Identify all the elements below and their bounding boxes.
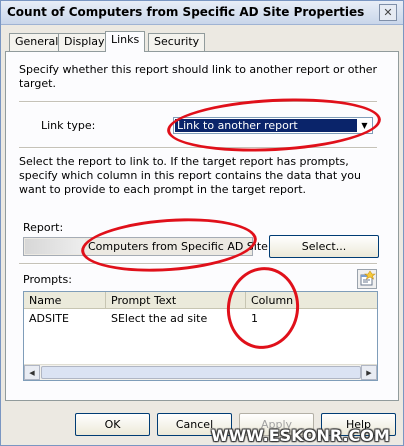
divider bbox=[19, 263, 377, 265]
properties-dialog: Count of Computers from Specific AD Site… bbox=[0, 0, 404, 446]
tab-display[interactable]: Display bbox=[58, 33, 111, 51]
report-field: Computers from Specific AD Site bbox=[23, 237, 268, 256]
ok-button[interactable]: OK bbox=[75, 413, 150, 436]
select-report-button[interactable]: Select... bbox=[269, 235, 379, 258]
tab-strip: General Display Links Security bbox=[9, 31, 399, 52]
report-path-redacted bbox=[25, 239, 85, 254]
report-label: Report: bbox=[23, 221, 64, 234]
grid-header: Name Prompt Text Column bbox=[24, 292, 377, 309]
tab-security[interactable]: Security bbox=[148, 33, 206, 51]
scroll-thumb[interactable] bbox=[41, 366, 361, 379]
link-type-dropdown[interactable]: Link to another report ▼ bbox=[173, 117, 373, 134]
report-link-description: Select the report to link to. If the tar… bbox=[19, 155, 361, 196]
divider bbox=[19, 147, 377, 149]
cell-prompt-text: SElect the ad site bbox=[111, 312, 208, 325]
scroll-right-icon[interactable]: ▶ bbox=[361, 365, 377, 380]
window-title: Count of Computers from Specific AD Site… bbox=[7, 5, 365, 19]
prompts-grid[interactable]: Name Prompt Text Column ADSITE SElect th… bbox=[23, 291, 378, 381]
scroll-left-icon[interactable]: ◀ bbox=[24, 365, 40, 380]
edit-prompts-button[interactable] bbox=[357, 269, 377, 289]
link-type-value: Link to another report bbox=[175, 119, 358, 132]
chevron-down-icon[interactable]: ▼ bbox=[357, 118, 372, 133]
link-type-label: Link type: bbox=[41, 119, 96, 132]
close-button[interactable]: ✕ bbox=[379, 4, 397, 21]
divider bbox=[19, 101, 377, 103]
report-name: Computers from Specific AD Site bbox=[88, 240, 268, 253]
title-bar[interactable]: Count of Computers from Specific AD Site… bbox=[1, 1, 403, 25]
cell-column[interactable]: 1 bbox=[246, 310, 377, 328]
watermark: WWW.ESKONR.COM bbox=[211, 426, 390, 445]
cell-name: ADSITE bbox=[29, 312, 69, 325]
prompts-label: Prompts: bbox=[23, 273, 72, 286]
link-intro-text: Specify whether this report should link … bbox=[19, 63, 378, 90]
column-header-column[interactable]: Column bbox=[246, 292, 377, 309]
horizontal-scrollbar[interactable]: ◀ ▶ bbox=[24, 364, 377, 380]
tab-links[interactable]: Links bbox=[105, 31, 146, 52]
tab-general[interactable]: General bbox=[9, 33, 65, 51]
table-row[interactable]: ADSITE SElect the ad site 1 bbox=[24, 310, 377, 328]
close-icon: ✕ bbox=[383, 6, 393, 19]
column-header-prompt-text[interactable]: Prompt Text bbox=[106, 292, 246, 309]
properties-icon bbox=[360, 270, 376, 286]
column-header-name[interactable]: Name bbox=[24, 292, 106, 309]
